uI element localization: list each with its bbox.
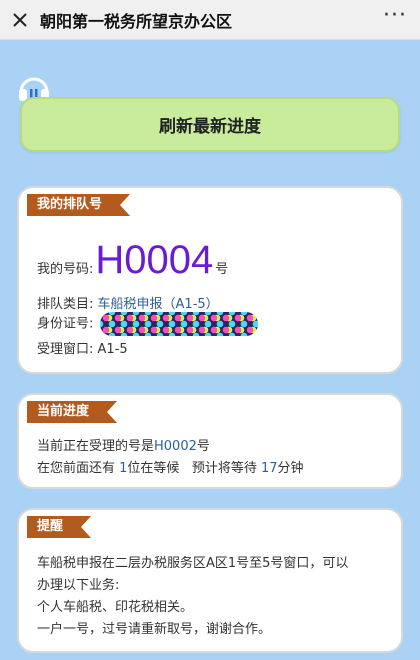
service-window-value: A1-5 — [97, 342, 128, 357]
current-serving-number: H0002 — [154, 439, 197, 454]
waiting-info-row: 在您前面还有 1位在等候 预计将等待 17分钟 — [37, 457, 304, 476]
category-row: 排队类目: 车船税申报（A1-5） — [37, 293, 219, 312]
current-serving-prefix: 当前正在受理的号是 — [37, 439, 155, 454]
id-number-label: 身份证号: — [37, 316, 94, 332]
reminder-card: 提醒 车船税申报在二层办税服务区A区1号至5号窗口，可以 办理以下业务: 个人车… — [17, 508, 403, 653]
id-number-redacted — [99, 312, 258, 336]
current-serving-row: 当前正在受理的号是H0002号 — [37, 435, 210, 454]
reminder-line: 办理以下业务: — [37, 578, 120, 593]
reminder-line: 个人车船税、印花税相关。 — [37, 600, 194, 615]
close-icon — [13, 12, 27, 27]
ahead-prefix: 在您前面还有 — [37, 461, 120, 476]
current-progress-tag: 当前进度 — [27, 401, 117, 423]
queue-number-suffix: 号 — [215, 262, 229, 277]
refresh-progress-button[interactable]: 刷新最新进度 — [20, 97, 400, 152]
reminder-line: 车船税申报在二层办税服务区A区1号至5号窗口，可以 — [37, 556, 349, 571]
wait-suffix: 分钟 — [277, 461, 304, 476]
title-bar: 朝阳第一税务所望京办公区 ··· — [0, 0, 420, 40]
close-button[interactable] — [0, 0, 40, 40]
my-queue-card: 我的排队号 我的号码: H0004 号 排队类目: 车船税申报（A1-5） 身份… — [17, 186, 403, 374]
reminder-line: 一户一号，过号请重新取号，谢谢合作。 — [37, 622, 272, 637]
current-progress-card: 当前进度 当前正在受理的号是H0002号 在您前面还有 1位在等候 预计将等待 … — [17, 393, 403, 489]
category-label: 排队类目: — [37, 297, 94, 312]
current-serving-suffix: 号 — [196, 439, 210, 454]
id-number-row: 身份证号: — [37, 312, 258, 336]
queue-number-row: 我的号码: H0004 号 — [37, 238, 228, 283]
more-options-button[interactable]: ··· — [370, 0, 420, 40]
category-value: 车船税申报（A1-5） — [97, 297, 219, 312]
queue-number: H0004 — [95, 238, 214, 282]
queue-number-label: 我的号码: — [37, 262, 94, 277]
wait-minutes: 17 — [260, 461, 278, 476]
service-window-label: 受理窗口: — [37, 342, 94, 357]
my-queue-tag: 我的排队号 — [27, 194, 130, 216]
ahead-middle: 位在等候 预计将等待 — [127, 461, 261, 476]
reminder-tag: 提醒 — [27, 516, 91, 538]
page-title: 朝阳第一税务所望京办公区 — [40, 11, 233, 31]
service-window-row: 受理窗口: A1-5 — [37, 338, 128, 357]
